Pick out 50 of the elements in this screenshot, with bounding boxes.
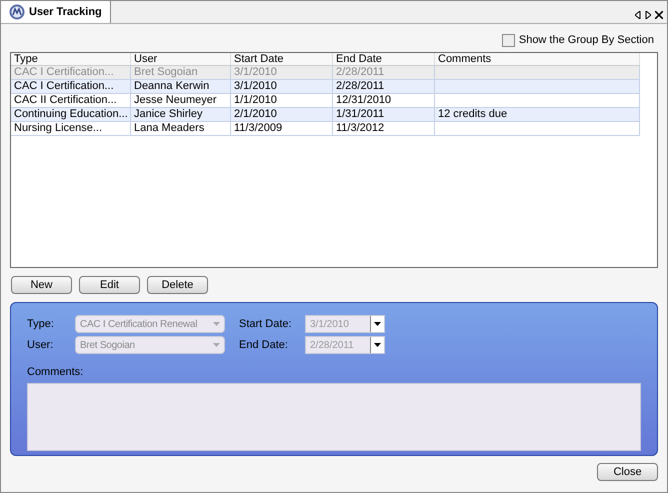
table-cell: CAC I Certification... [11,66,131,79]
table-cell: 1/31/2011 [333,108,435,121]
close-button[interactable]: Close [597,463,658,481]
table-row[interactable]: CAC I Certification... Deanna Kerwin 3/1/2010 2/28/2011 [11,80,640,94]
logo-icon [9,4,25,20]
field-label: Start Date: [239,316,293,332]
table-row[interactable]: CAC II Certification... Jesse Neumeyer 1/1/2010 12/31/2010 [11,94,640,108]
table-cell: 2/28/2011 [333,80,435,93]
table-cell: Continuing Education... [11,108,131,121]
table-cell: Deanna Kerwin [131,80,231,93]
field-label: Comments: [27,365,84,380]
field-label: Type: [27,316,55,332]
toolbar-button[interactable]: Delete [147,276,208,294]
toolbar-button[interactable]: New [11,276,72,294]
column-header[interactable]: End Date [333,53,435,65]
column-header[interactable]: Start Date [231,53,333,65]
column-header[interactable]: Comments [435,53,640,65]
checkbox[interactable] [502,34,515,46]
table-cell: Nursing License... [11,122,131,135]
table-cell: CAC II Certification... [11,94,131,107]
column-header[interactable]: Type [11,53,131,65]
table-cell: 12 credits due [435,108,640,121]
table-cell: 3/1/2010 [231,66,333,79]
column-header[interactable]: User [131,53,231,65]
table-cell: 11/3/2009 [231,122,333,135]
checkbox-label: Show the Group By Section [518,32,654,48]
table-cell: CAC I Certification... [11,80,131,93]
document-tab[interactable]: User Tracking [1,1,111,23]
caret-icon [374,322,381,326]
table-row[interactable]: Continuing Education... Janice Shirley 2/1/2010 1/31/2011 12 credits due [11,108,640,122]
table-row[interactable]: Nursing License... Lana Meaders 11/3/2009 11/3/2012 [11,122,640,136]
scroll-right-icon[interactable] [645,11,651,19]
table-cell: 12/31/2010 [333,94,435,107]
scroll-left-icon[interactable] [635,11,641,19]
toolbar-button[interactable]: Edit [79,276,140,294]
caret-icon [213,322,220,326]
close-icon[interactable] [655,11,663,19]
caret-icon [213,343,220,347]
table-cell: 2/1/2010 [231,108,333,121]
caret-icon [374,343,381,347]
table-cell: Jesse Neumeyer [131,94,231,107]
table-cell: 11/3/2012 [333,122,435,135]
table-cell: Bret Sogoian [131,66,231,79]
field-label: User: [27,338,54,353]
field-label: End Date: [239,338,289,353]
table-cell: 2/28/2011 [333,66,435,79]
table-cell: 3/1/2010 [231,80,333,93]
table-cell: 1/1/2010 [231,94,333,107]
table-cell: Lana Meaders [131,122,231,135]
table-cell: Janice Shirley [131,108,231,121]
